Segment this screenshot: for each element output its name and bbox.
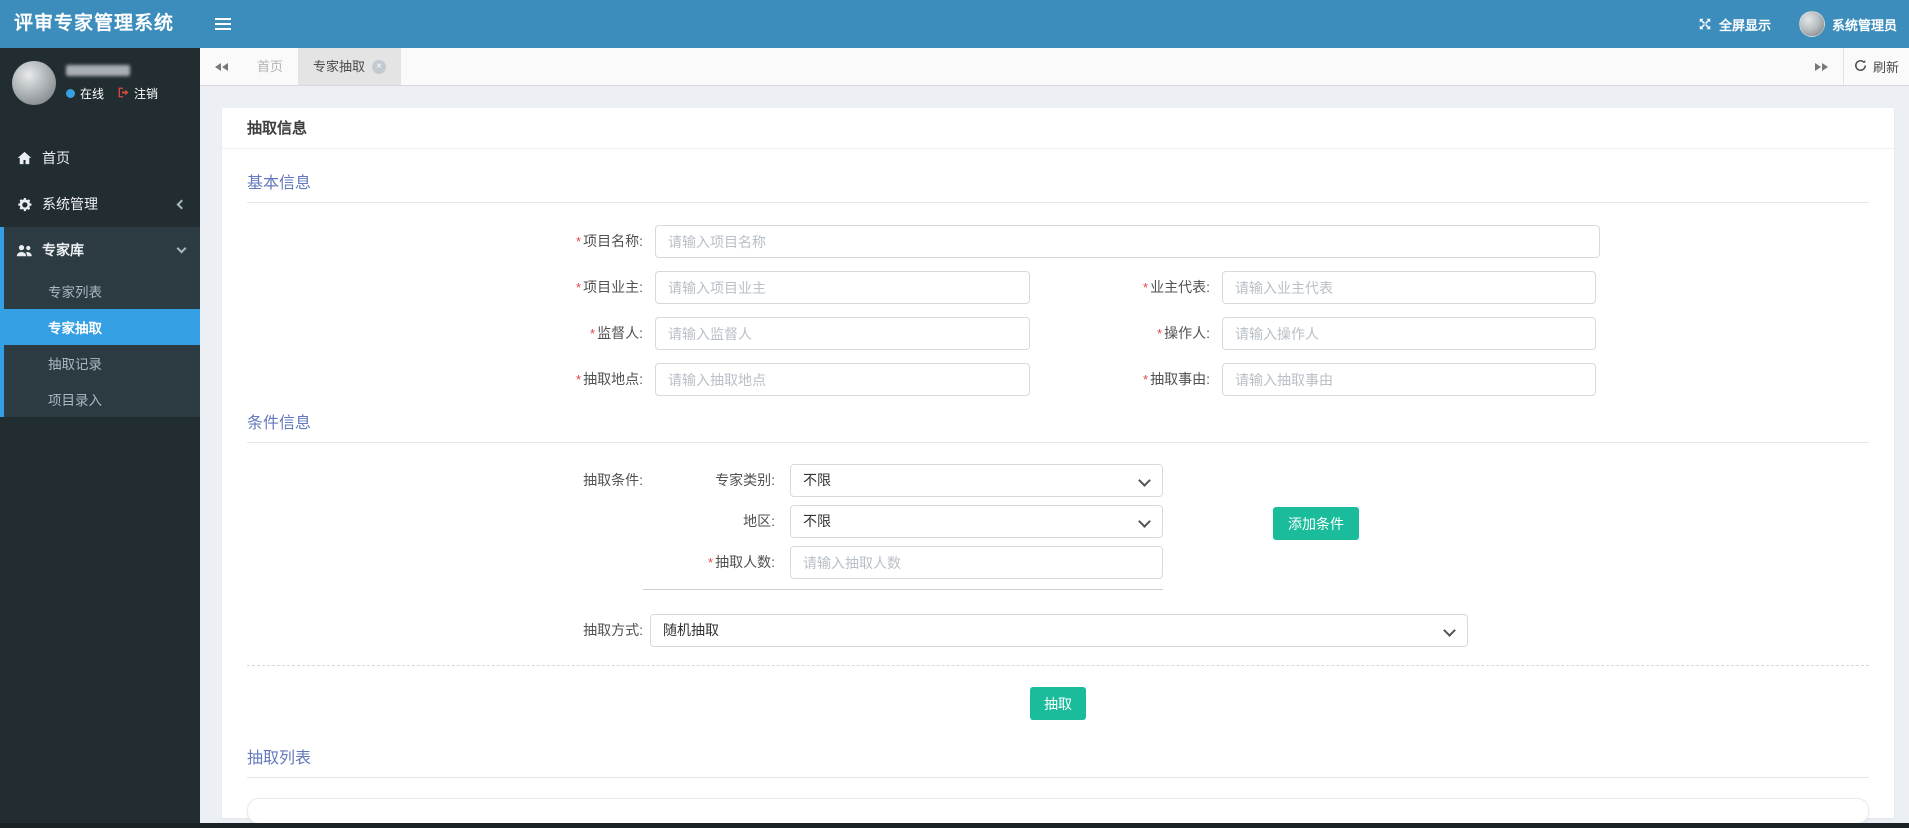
extract-button[interactable]: 抽取 [1030,687,1086,720]
supervisor-input[interactable] [655,317,1030,350]
sidebar-item-project-entry[interactable]: 项目录入 [4,381,200,417]
app-title: 评审专家管理系统 [0,0,200,48]
user-name-redacted [66,65,130,76]
extract-method-label: 抽取方式: [583,622,643,638]
sidebar: 在线 注销 首页 系统管理 专家库 专家列表 专家抽取 抽取记录 项目录入 [0,48,200,828]
chevron-down-icon [176,243,187,254]
logout-link[interactable]: 注销 [117,85,158,102]
sidebar-submenu: 专家列表 专家抽取 抽取记录 项目录入 [4,273,200,417]
double-left-arrow-icon [214,62,221,71]
project-name-label: * 项目名称: [576,233,643,249]
section-title-extract-list: 抽取列表 [247,744,1869,778]
sidebar-toggle-button[interactable] [200,0,246,48]
sidebar-item-label: 系统管理 [42,196,98,212]
username-label: 系统管理员 [1831,17,1897,33]
sidebar-menu: 首页 系统管理 专家库 专家列表 专家抽取 抽取记录 项目录入 [0,135,200,417]
tabs-scroll-left-button[interactable] [200,48,242,85]
project-name-input[interactable] [655,225,1600,258]
page-content: 抽取信息 基本信息 *项目名称: *项目业主: *业主代表: * [200,86,1909,828]
region-value: 不限 [803,513,831,529]
expert-type-select[interactable]: 不限 [790,464,1163,497]
sidebar-item-label: 首页 [42,150,70,166]
logout-label: 注销 [134,87,159,101]
tab-label: 专家抽取 [313,58,366,74]
extract-count-label: * 抽取人数: [708,554,775,570]
sidebar-item-expert-list[interactable]: 专家列表 [4,273,200,309]
user-avatar [12,61,56,105]
extract-list-empty-panel [247,798,1869,824]
owner-rep-label: * 业主代表: [1143,279,1210,295]
tab-close-icon[interactable]: × [372,59,387,74]
bottom-edge-bar [0,823,1909,828]
tab-home[interactable]: 首页 [242,48,298,85]
sidebar-item-home[interactable]: 首页 [0,135,200,181]
card-title: 抽取信息 [222,108,1894,149]
extract-method-select[interactable]: 随机抽取 [650,614,1468,647]
top-navbar: 评审专家管理系统 全屏显示 系统管理员 [0,0,1909,48]
condition-subform: 专家类别: 不限 地区: 不限 * 抽取人数: [643,464,1163,590]
main-area: 首页 专家抽取 × 刷新 抽取信息 基本信息 * 项目名称: 请输入项目名称 *… [200,48,1909,828]
extract-reason-label: * 抽取事由: [1143,371,1210,387]
refresh-button[interactable]: 刷新 [1842,48,1909,85]
refresh-label: 刷新 [1872,60,1899,75]
expert-type-value: 不限 [803,472,831,488]
extract-method-row: 抽取方式: 随机抽取 [247,614,1869,647]
sidebar-item-expert-extract[interactable]: 专家抽取 [4,309,200,345]
refresh-icon [1854,59,1867,75]
project-owner-input[interactable] [655,271,1030,304]
expert-type-label: 专家类别: [715,472,775,488]
gear-icon [15,197,33,212]
navbar-right: 全屏显示 系统管理员 [1698,11,1909,37]
section-title-condition: 条件信息 [247,409,1869,443]
tabbar-right-controls: 刷新 [1801,48,1909,85]
operator-input[interactable] [1222,317,1596,350]
fullscreen-label: 全屏显示 [1718,17,1771,33]
extract-reason-input[interactable] [1222,363,1596,396]
add-condition-button[interactable]: 添加条件 [1273,507,1359,540]
home-icon [15,151,33,165]
online-status-label: 在线 [80,87,105,101]
chevron-left-icon [176,199,187,209]
online-status-dot [66,89,75,98]
fullscreen-icon [1698,17,1712,31]
user-avatar-small [1798,11,1825,37]
logout-icon [117,86,130,102]
users-icon [15,244,33,257]
extract-method-value: 随机抽取 [663,622,719,638]
extract-count-input[interactable] [790,546,1163,579]
user-menu[interactable]: 系统管理员 [1798,11,1897,37]
sidebar-item-system[interactable]: 系统管理 [0,181,200,227]
sidebar-treeview-expert-lib: 专家库 专家列表 专家抽取 抽取记录 项目录入 [0,227,200,417]
condition-group-label: 抽取条件: [583,472,643,488]
sidebar-item-extract-records[interactable]: 抽取记录 [4,345,200,381]
extract-location-input[interactable] [655,363,1030,396]
supervisor-label: * 监督人: [590,325,643,341]
condition-block: 抽取条件: 专家类别: 不限 地区: 不限 * 抽取人数: 请输入抽取人数 添加… [247,464,1869,590]
operator-label: * 操作人: [1157,325,1210,341]
project-owner-label: * 项目业主: [576,279,643,295]
sidebar-item-label: 专家库 [42,242,84,258]
double-right-arrow-icon [1815,62,1822,71]
sidebar-user-panel: 在线 注销 [0,48,200,115]
region-label: 地区: [743,513,775,529]
tab-bar: 首页 专家抽取 × 刷新 [200,48,1909,86]
sidebar-item-expert-lib[interactable]: 专家库 [4,227,200,273]
region-select[interactable]: 不限 [790,505,1163,538]
section-title-basic: 基本信息 [247,169,1869,203]
tabs-scroll-right-button[interactable] [1801,48,1843,85]
tab-expert-extract[interactable]: 专家抽取 × [298,48,402,85]
fullscreen-button[interactable]: 全屏显示 [1698,15,1771,34]
extract-location-label: * 抽取地点: [576,371,643,387]
owner-rep-input[interactable] [1222,271,1596,304]
basic-info-form: *项目名称: *项目业主: *业主代表: *监督人: *操作人: [247,225,1869,396]
dashed-divider [247,665,1869,666]
extract-info-card: 抽取信息 基本信息 *项目名称: *项目业主: *业主代表: * [222,108,1894,824]
